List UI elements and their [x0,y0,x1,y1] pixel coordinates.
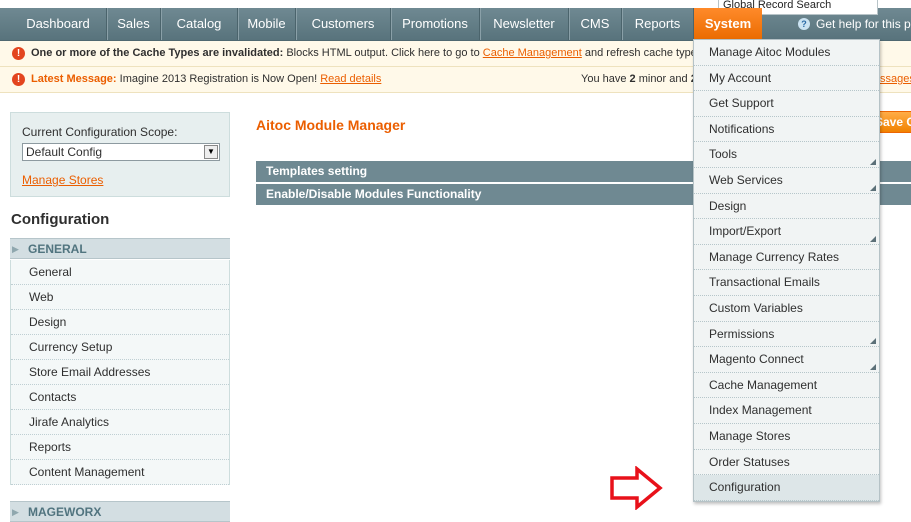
triangle-right-icon: ▶ [12,244,19,254]
menu-item[interactable]: Order Statuses [694,450,879,476]
scope-select-value: Default Config [26,145,103,159]
cache-notice-body: Blocks HTML output. Click here to go to [283,47,483,59]
message-count-mid: minor and [635,73,691,85]
menu-item-label: Manage Aitoc Modules [709,45,831,59]
sidebar-item[interactable]: Web [11,285,229,310]
nav-item-reports[interactable]: Reports [622,8,694,40]
error-icon: ! [12,73,25,86]
cache-notice-bold: One or more of the Cache Types are inval… [31,47,284,59]
scope-select[interactable]: Default Config ▼ [22,143,220,161]
menu-item[interactable]: Index Management [694,398,879,424]
menu-item[interactable]: Magento Connect [694,347,879,373]
submenu-arrow-icon [870,158,876,165]
section-mageworx[interactable]: ▶ MAGEWORX [10,501,230,522]
menu-item-label: Notifications [709,121,775,136]
chevron-down-icon[interactable]: ▼ [204,145,218,159]
menu-item-label: Transactional Emails [709,275,820,290]
menu-item[interactable]: Manage Aitoc Modules [694,40,879,66]
sidebar-title: Configuration [11,211,110,228]
cache-notice-text: One or more of the Cache Types are inval… [31,41,705,66]
latest-message-text: Latest Message: Imagine 2013 Registratio… [31,67,381,92]
nav-item-cms[interactable]: CMS [569,8,622,40]
nav-item-promotions[interactable]: Promotions [391,8,480,40]
menu-item-label: Web Services [709,172,783,187]
cache-management-link[interactable]: Cache Management [483,47,582,59]
sidebar-item[interactable]: Reports [11,435,229,460]
menu-item[interactable]: Manage Stores [694,424,879,450]
menu-item-label: Tools [709,147,738,162]
nav-item-catalog[interactable]: Catalog [161,8,238,40]
menu-item[interactable]: Web Services [694,168,879,194]
read-details-link[interactable]: Read details [320,73,381,85]
menu-item[interactable]: Tools [694,142,879,168]
manage-stores-link[interactable]: Manage Stores [22,173,103,187]
nav-item-newsletter[interactable]: Newsletter [480,8,569,40]
error-icon: ! [12,47,25,60]
menu-item[interactable]: Custom Variables [694,296,879,322]
red-arrow-icon [610,466,663,510]
system-dropdown-menu: Manage Aitoc Modules My Account Get Suppor… [693,39,880,502]
menu-item[interactable]: My Account [694,66,879,92]
menu-item-label: Manage Stores [709,428,791,443]
main-nav-bar: Global Record Search Dashboard Sales Catal… [0,0,911,41]
sidebar-item[interactable]: General [11,260,229,285]
menu-item[interactable]: Transactional Emails [694,270,879,296]
menu-item-label: Manage Currency Rates [709,249,840,264]
menu-item-label: Custom Variables [709,300,803,315]
nav-item-customers[interactable]: Customers [296,8,391,40]
sidebar-item[interactable]: Currency Setup [11,335,229,360]
nav-item-system[interactable]: System [694,8,762,40]
latest-message-body: Imagine 2013 Registration is Now Open! [116,73,321,85]
help-link[interactable]: ? Get help for this page [798,8,911,40]
general-items-list: General Web Design Currency Setup Store Emai… [10,260,230,485]
sidebar-item[interactable]: Jirafe Analytics [11,410,229,435]
menu-item-label: Import/Export [709,224,782,239]
menu-item[interactable]: Import/Export [694,219,879,245]
menu-item[interactable]: Manage Currency Rates [694,245,879,271]
menu-item[interactable]: Design [694,194,879,220]
menu-item-label: Cache Management [709,377,818,392]
config-scope-box: Current Configuration Scope: Default Con… [10,112,230,197]
latest-message-label: Latest Message: [31,73,117,85]
sidebar-item[interactable]: Contacts [11,385,229,410]
nav-item-sales[interactable]: Sales [107,8,161,40]
message-count-text: You have 2 minor and 2 [581,67,697,92]
sidebar-item[interactable]: Design [11,310,229,335]
sidebar-item[interactable]: Store Email Addresses [11,360,229,385]
help-text: Get help for this page [816,17,911,31]
scope-label: Current Configuration Scope: [22,125,178,139]
message-count-prefix: You have [581,73,630,85]
page-title: Aitoc Module Manager [256,117,406,133]
menu-item-label: Order Statuses [709,454,790,469]
menu-item-label: Configuration [709,480,781,495]
menu-item[interactable]: Get Support [694,91,879,117]
menu-item-label: Get Support [709,96,774,111]
nav-item-dashboard[interactable]: Dashboard [10,8,107,40]
menu-item-label: Index Management [709,403,812,418]
menu-item[interactable]: Permissions [694,322,879,348]
help-icon: ? [798,18,810,30]
menu-item-label: Permissions [709,326,775,341]
triangle-right-icon: ▶ [12,507,19,517]
sidebar-item[interactable]: Content Management [11,460,229,485]
submenu-arrow-icon [870,363,876,370]
section-general-label: GENERAL [28,242,87,256]
menu-item-label: My Account [709,70,772,85]
menu-item[interactable]: Notifications [694,117,879,143]
section-mageworx-label: MAGEWORX [28,505,102,519]
cache-notice-tail: and refresh cache types. [581,47,706,59]
submenu-arrow-icon [870,184,876,191]
submenu-arrow-icon [870,235,876,242]
menu-item[interactable]: Cache Management [694,373,879,399]
menu-item-label: Design [709,198,747,213]
messages-link[interactable]: ssages [880,67,911,92]
section-general[interactable]: ▶ GENERAL [10,238,230,259]
menu-item-label: Magento Connect [709,352,804,367]
submenu-arrow-icon [870,338,876,345]
nav-item-mobile[interactable]: Mobile [238,8,296,40]
menu-item[interactable]: Configuration [694,475,879,501]
